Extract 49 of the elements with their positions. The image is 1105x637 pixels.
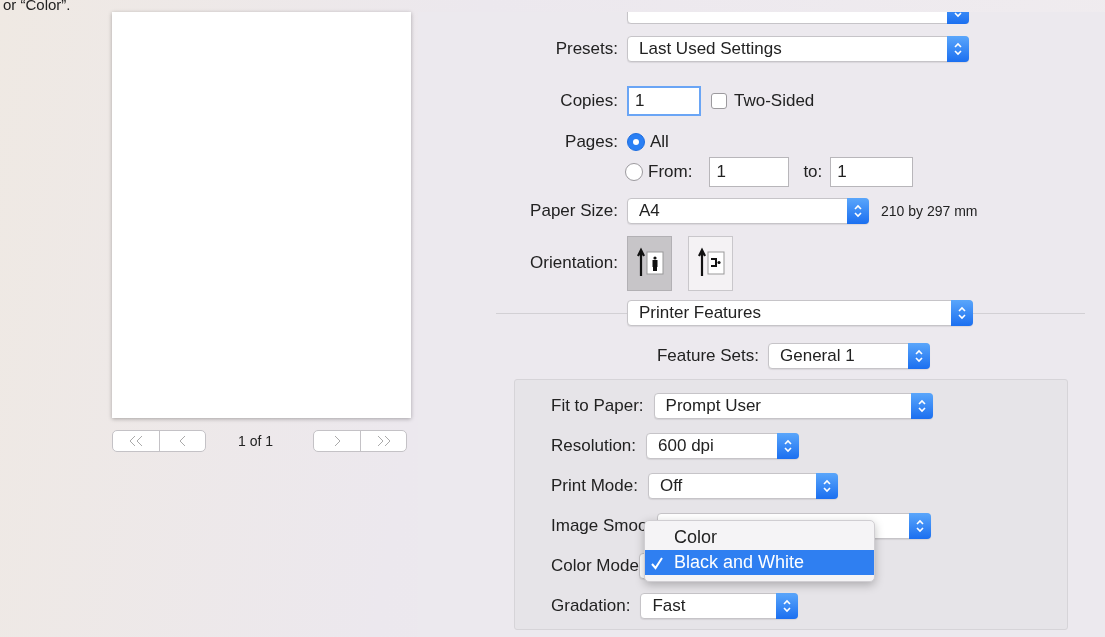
copies-label: Copies:: [560, 91, 618, 110]
double-chevron-right-icon: [375, 435, 392, 447]
chevron-icon: [776, 593, 799, 619]
feature-label: Print Mode:: [551, 476, 638, 496]
caption-text: or “Color”.: [2, 0, 72, 12]
section-popup[interactable]: Printer Features: [627, 300, 973, 326]
feature-label: Resolution:: [551, 436, 637, 456]
portrait-orientation-button[interactable]: [627, 235, 672, 291]
orientation-label: Orientation:: [530, 253, 618, 272]
presets-popup[interactable]: Last Used Settings: [627, 36, 969, 62]
chevron-icon: [910, 393, 933, 419]
chevron-icon: [951, 300, 973, 326]
to-field[interactable]: 1: [830, 157, 914, 187]
pages-label: Pages:: [565, 132, 618, 151]
to-label: to:: [803, 162, 823, 182]
radio-button[interactable]: [625, 163, 643, 181]
feature-sets-label: Feature Sets:: [656, 346, 759, 365]
feature-sets-popup[interactable]: General 1: [768, 343, 930, 369]
presets-label: Presets:: [555, 39, 618, 58]
paper-size-popup[interactable]: A4: [627, 198, 869, 224]
two-sided-checkbox[interactable]: [711, 93, 727, 109]
chevron-icon: [947, 36, 969, 62]
page-indicator: 1 of 1: [238, 433, 275, 449]
two-sided-label: Two-Sided: [734, 91, 815, 111]
chevron-right-icon: [333, 435, 341, 447]
menu-item[interactable]: Black and White: [645, 550, 874, 575]
feature-label: Fit to Paper:: [551, 396, 644, 416]
chevron-icon: [777, 433, 800, 459]
feature-label: Gradation:: [551, 596, 631, 616]
paper-size-note: 210 by 297 mm: [881, 203, 978, 219]
from-field[interactable]: 1: [709, 157, 790, 187]
feature-label: Color Mode: [551, 556, 639, 576]
chevron-icon: [847, 198, 869, 224]
landscape-orientation-button[interactable]: [688, 235, 733, 291]
paper-size-label: Paper Size:: [530, 201, 618, 220]
feature-popup[interactable]: Fast: [640, 593, 799, 619]
checkmark-icon: [650, 555, 664, 570]
copies-field[interactable]: 1: [627, 86, 701, 116]
double-chevron-left-icon: [128, 435, 144, 447]
radio-label: All: [650, 132, 669, 152]
menu-item[interactable]: Color: [645, 525, 874, 550]
radio-button[interactable]: [627, 133, 645, 151]
chevron-icon: [815, 473, 838, 499]
feature-popup[interactable]: Prompt User: [653, 393, 933, 419]
chevron-icon: [908, 343, 930, 369]
feature-popup[interactable]: Off: [647, 473, 838, 499]
chevron-left-icon: [178, 435, 187, 447]
radio-label: From:: [648, 162, 693, 182]
feature-popup[interactable]: 600 dpi: [646, 433, 800, 459]
